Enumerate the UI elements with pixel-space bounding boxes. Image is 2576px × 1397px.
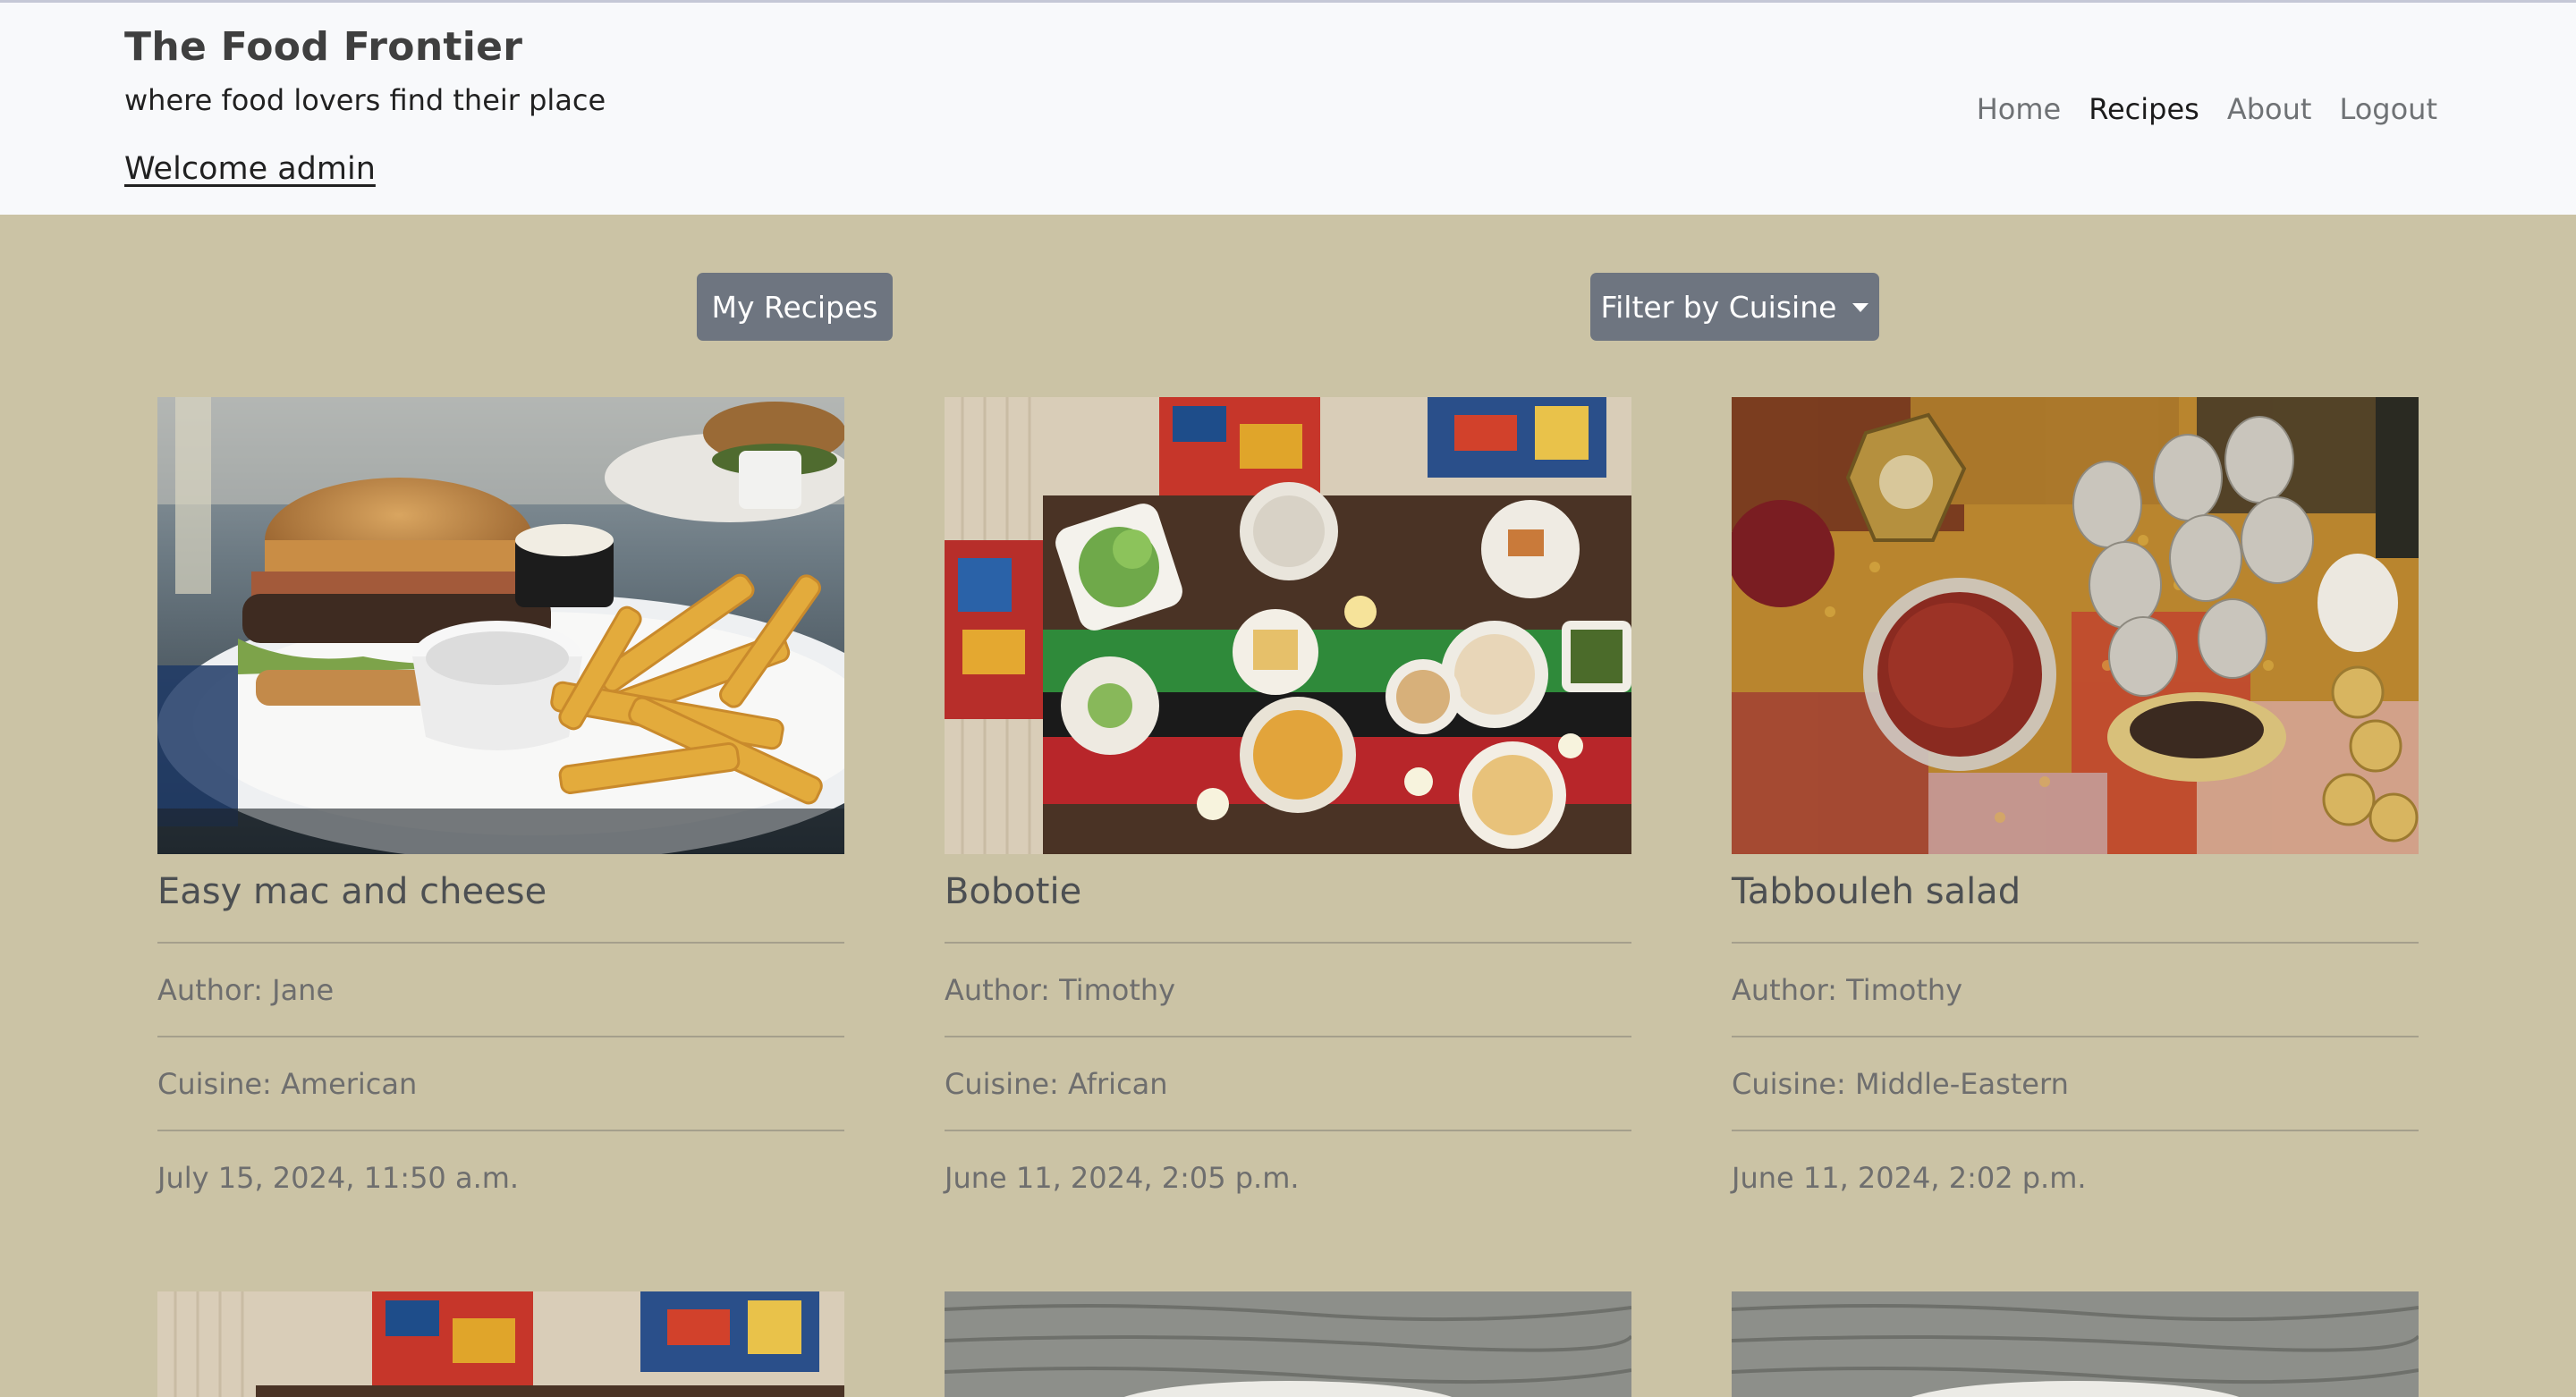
recipe-image[interactable] bbox=[945, 397, 1631, 854]
site-tagline: where food lovers find their place bbox=[124, 83, 606, 117]
recipe-title[interactable]: Bobotie bbox=[945, 867, 1631, 917]
recipe-date: July 15, 2024, 11:50 a.m. bbox=[157, 1160, 520, 1195]
burger-and-fries-photo bbox=[157, 397, 844, 854]
caret-down-icon bbox=[1852, 303, 1869, 312]
recipe-date: June 11, 2024, 2:02 p.m. bbox=[1732, 1160, 2087, 1195]
recipe-image[interactable] bbox=[1732, 397, 2419, 854]
recipe-cuisine: Cuisine: African bbox=[945, 1066, 1168, 1101]
nav-about[interactable]: About bbox=[2227, 92, 2312, 126]
spices-and-eggs-photo bbox=[1732, 397, 2419, 854]
wooden-table-bowl-photo bbox=[1732, 1291, 2419, 1397]
nav-home[interactable]: Home bbox=[1977, 92, 2062, 126]
recipe-card: Easy mac and cheese Author: Jane Cuisine… bbox=[157, 397, 844, 1223]
nav-recipes[interactable]: Recipes bbox=[2089, 92, 2199, 126]
recipe-card-image-partial[interactable] bbox=[1732, 1291, 2419, 1397]
recipe-image[interactable] bbox=[157, 397, 844, 854]
recipe-card-image-partial[interactable] bbox=[945, 1291, 1631, 1397]
recipe-card: Tabbouleh salad Author: Timothy Cuisine:… bbox=[1732, 397, 2419, 1223]
recipe-cuisine: Cuisine: Middle-Eastern bbox=[1732, 1066, 2069, 1101]
nav-logout[interactable]: Logout bbox=[2339, 92, 2437, 126]
recipe-cuisine: Cuisine: American bbox=[157, 1066, 418, 1101]
recipe-author: Author: Timothy bbox=[945, 972, 1176, 1007]
african-table-spread-photo bbox=[157, 1291, 844, 1397]
filter-cuisine-dropdown[interactable]: Filter by Cuisine bbox=[1590, 273, 1879, 341]
recipe-card-image-partial[interactable] bbox=[157, 1291, 844, 1397]
site-title[interactable]: The Food Frontier bbox=[124, 24, 522, 70]
recipe-title[interactable]: Easy mac and cheese bbox=[157, 867, 844, 917]
filter-cuisine-label: Filter by Cuisine bbox=[1600, 289, 1837, 325]
my-recipes-button[interactable]: My Recipes bbox=[697, 273, 893, 341]
main-nav: Home Recipes About Logout bbox=[1977, 92, 2437, 126]
my-recipes-label: My Recipes bbox=[711, 289, 878, 325]
site-header: The Food Frontier where food lovers find… bbox=[0, 0, 2576, 215]
recipe-author: Author: Timothy bbox=[1732, 972, 1963, 1007]
recipe-card: Bobotie Author: Timothy Cuisine: African… bbox=[945, 397, 1631, 1223]
recipe-date: June 11, 2024, 2:05 p.m. bbox=[945, 1160, 1300, 1195]
welcome-link[interactable]: Welcome admin bbox=[124, 151, 376, 187]
recipe-title[interactable]: Tabbouleh salad bbox=[1732, 867, 2419, 917]
african-table-spread-photo bbox=[945, 397, 1631, 854]
recipe-author: Author: Jane bbox=[157, 972, 335, 1007]
wooden-table-bowl-photo bbox=[945, 1291, 1631, 1397]
